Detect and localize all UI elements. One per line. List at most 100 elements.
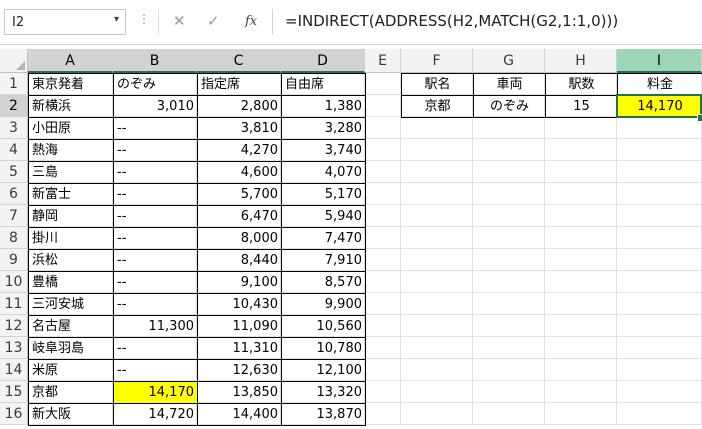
lookup-value-cell[interactable]: 15 <box>545 95 618 118</box>
row-header-11[interactable]: 11 <box>0 293 28 315</box>
row-header-3[interactable]: 3 <box>0 117 28 139</box>
cell-i11[interactable] <box>617 293 702 315</box>
fare-table-cell[interactable]: 5,940 <box>281 205 366 228</box>
cell-e15[interactable] <box>365 381 401 403</box>
cell-f3[interactable] <box>401 117 473 139</box>
cell-e1[interactable] <box>365 73 401 95</box>
fare-table-cell[interactable]: 名古屋 <box>28 315 114 338</box>
check-icon[interactable]: ✓ <box>207 12 220 30</box>
lookup-header-cell[interactable]: 車両 <box>473 73 546 96</box>
cell-i13[interactable] <box>617 337 702 359</box>
cell-g9[interactable] <box>473 249 545 271</box>
cell-f15[interactable] <box>401 381 473 403</box>
fare-table-cell[interactable]: 7,910 <box>281 249 366 272</box>
cell-f6[interactable] <box>401 183 473 205</box>
fare-table-cell[interactable]: 4,600 <box>197 161 282 184</box>
row-header-13[interactable]: 13 <box>0 337 28 359</box>
cell-h16[interactable] <box>545 403 617 425</box>
column-header-i[interactable]: I <box>617 49 702 73</box>
lookup-value-cell[interactable]: 京都 <box>401 95 474 118</box>
cell-g4[interactable] <box>473 139 545 161</box>
fare-table-cell[interactable]: 13,850 <box>197 381 282 404</box>
fare-table-cell[interactable]: 米原 <box>28 359 114 382</box>
fare-table-cell[interactable]: 京都 <box>28 381 114 404</box>
fare-table-cell[interactable]: -- <box>113 183 198 206</box>
close-icon[interactable]: ✕ <box>173 12 186 30</box>
cell-i3[interactable] <box>617 117 702 139</box>
row-header-9[interactable]: 9 <box>0 249 28 271</box>
cell-g14[interactable] <box>473 359 545 381</box>
fill-handle[interactable] <box>697 114 702 122</box>
fare-table-cell[interactable]: 14,400 <box>197 403 282 426</box>
fare-table-cell[interactable]: -- <box>113 293 198 316</box>
formula-input[interactable]: =INDIRECT(ADDRESS(H2,MATCH(G2,1:1,0))) <box>272 9 702 35</box>
fare-header-cell[interactable]: 自由席 <box>281 73 366 96</box>
fare-table-cell[interactable]: 小田原 <box>28 117 114 140</box>
row-header-12[interactable]: 12 <box>0 315 28 337</box>
cell-e16[interactable] <box>365 403 401 425</box>
cell-i5[interactable] <box>617 161 702 183</box>
column-header-g[interactable]: G <box>473 49 545 73</box>
fare-table-cell[interactable]: 12,100 <box>281 359 366 382</box>
cell-i7[interactable] <box>617 205 702 227</box>
cell-f5[interactable] <box>401 161 473 183</box>
fare-table-cell[interactable]: 掛川 <box>28 227 114 250</box>
fare-table-cell[interactable]: 2,800 <box>197 95 282 118</box>
fare-table-cell[interactable]: 13,870 <box>281 403 366 426</box>
fare-header-cell[interactable]: 東京発着 <box>28 73 114 96</box>
fare-table-cell[interactable]: 豊橋 <box>28 271 114 294</box>
fare-table-cell[interactable]: -- <box>113 161 198 184</box>
fare-table-cell[interactable]: 10,560 <box>281 315 366 338</box>
cell-e9[interactable] <box>365 249 401 271</box>
cell-e4[interactable] <box>365 139 401 161</box>
cell-h4[interactable] <box>545 139 617 161</box>
fare-table-cell[interactable]: 5,170 <box>281 183 366 206</box>
cell-h7[interactable] <box>545 205 617 227</box>
row-header-10[interactable]: 10 <box>0 271 28 293</box>
row-header-16[interactable]: 16 <box>0 403 28 425</box>
cell-f4[interactable] <box>401 139 473 161</box>
cell-h9[interactable] <box>545 249 617 271</box>
cell-e3[interactable] <box>365 117 401 139</box>
cell-f16[interactable] <box>401 403 473 425</box>
cell-e11[interactable] <box>365 293 401 315</box>
cell-i8[interactable] <box>617 227 702 249</box>
cell-e6[interactable] <box>365 183 401 205</box>
cell-e8[interactable] <box>365 227 401 249</box>
fare-table-cell[interactable]: 3,740 <box>281 139 366 162</box>
cell-g7[interactable] <box>473 205 545 227</box>
column-header-e[interactable]: E <box>365 49 401 73</box>
cell-e14[interactable] <box>365 359 401 381</box>
cell-g11[interactable] <box>473 293 545 315</box>
fare-table-cell[interactable]: -- <box>113 139 198 162</box>
cell-g15[interactable] <box>473 381 545 403</box>
fare-table-cell[interactable]: 7,470 <box>281 227 366 250</box>
cell-g5[interactable] <box>473 161 545 183</box>
cell-f8[interactable] <box>401 227 473 249</box>
cell-h10[interactable] <box>545 271 617 293</box>
column-header-c[interactable]: C <box>197 49 281 73</box>
fare-table-cell[interactable]: 11,300 <box>113 315 198 338</box>
fare-table-cell[interactable]: -- <box>113 271 198 294</box>
cell-f11[interactable] <box>401 293 473 315</box>
cell-i16[interactable] <box>617 403 702 425</box>
fare-table-cell[interactable]: 3,280 <box>281 117 366 140</box>
cell-i15[interactable] <box>617 381 702 403</box>
cell-e12[interactable] <box>365 315 401 337</box>
fare-table-cell[interactable]: -- <box>113 205 198 228</box>
cell-h3[interactable] <box>545 117 617 139</box>
column-header-h[interactable]: H <box>545 49 617 73</box>
cell-f13[interactable] <box>401 337 473 359</box>
fare-header-cell[interactable]: 指定席 <box>197 73 282 96</box>
cell-h6[interactable] <box>545 183 617 205</box>
chevron-down-icon[interactable]: ▾ <box>114 14 119 25</box>
fare-table-cell[interactable]: 浜松 <box>28 249 114 272</box>
lookup-header-cell[interactable]: 駅名 <box>401 73 474 96</box>
cell-i4[interactable] <box>617 139 702 161</box>
fare-table-cell[interactable]: 9,100 <box>197 271 282 294</box>
row-header-2[interactable]: 2 <box>0 95 28 117</box>
column-header-d[interactable]: D <box>281 49 365 73</box>
column-header-f[interactable]: F <box>401 49 473 73</box>
cell-i10[interactable] <box>617 271 702 293</box>
column-header-a[interactable]: A <box>28 49 113 73</box>
